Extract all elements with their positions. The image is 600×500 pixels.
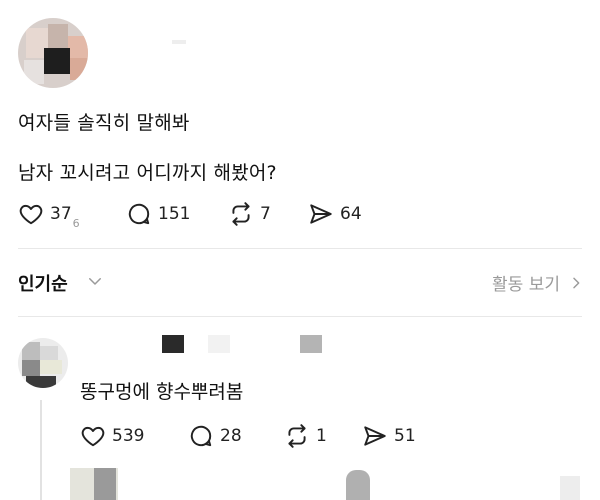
repost-icon bbox=[288, 424, 306, 448]
speech-bubble-icon bbox=[128, 203, 150, 225]
repost-count: 7 bbox=[260, 204, 271, 224]
author-name-redacted bbox=[172, 40, 186, 44]
view-activity-link[interactable]: 활동 보기 bbox=[492, 270, 584, 295]
post-text-line-2: 남자 꼬시려고 어디까지 해봤어? bbox=[18, 162, 277, 184]
reply-button[interactable]: 151 bbox=[126, 200, 190, 228]
like-button[interactable]: 539 bbox=[80, 422, 144, 450]
reply-count: 28 bbox=[220, 426, 242, 446]
next-reply-meta-redacted bbox=[560, 476, 580, 500]
chevron-right-icon bbox=[573, 277, 580, 288]
post-text-line-1: 여자들 솔직히 말해봐 bbox=[18, 112, 190, 134]
post: 여자들 솔직히 말해봐 남자 꼬시려고 어디까지 해봤어? 37 6 151 7 bbox=[0, 0, 600, 250]
like-button[interactable]: 37 6 bbox=[18, 200, 80, 230]
chevron-down-icon[interactable] bbox=[86, 272, 104, 290]
next-reply-partial bbox=[0, 466, 600, 500]
divider bbox=[18, 316, 582, 317]
repost-button[interactable]: 7 bbox=[228, 200, 271, 228]
repost-count: 1 bbox=[316, 426, 327, 446]
like-count: 539 bbox=[112, 426, 145, 446]
reply-button[interactable]: 28 bbox=[188, 422, 242, 450]
view-activity-label: 활동 보기 bbox=[492, 275, 560, 295]
author-avatar[interactable] bbox=[18, 18, 88, 88]
share-button[interactable]: 51 bbox=[362, 422, 416, 450]
reply-meta-redacted bbox=[208, 335, 230, 353]
share-button[interactable]: 64 bbox=[308, 200, 362, 228]
repost-button[interactable]: 1 bbox=[284, 422, 327, 450]
divider bbox=[18, 248, 582, 249]
next-reply-meta-redacted bbox=[346, 470, 370, 500]
heart-icon bbox=[19, 204, 43, 225]
sort-row: 인기순 활동 보기 bbox=[0, 262, 600, 302]
like-count: 37 bbox=[50, 204, 72, 224]
sort-dropdown-label[interactable]: 인기순 bbox=[18, 270, 68, 296]
next-reply-avatar-redacted bbox=[94, 468, 116, 500]
reply-text: 똥구멍에 향수뿌려봄 bbox=[80, 381, 244, 403]
reply-name-redacted bbox=[162, 335, 184, 353]
reply-meta-redacted bbox=[300, 335, 322, 353]
paper-plane-icon bbox=[364, 426, 386, 446]
heart-icon bbox=[81, 426, 105, 447]
share-count: 51 bbox=[394, 426, 416, 446]
like-count-sub: 6 bbox=[72, 216, 80, 230]
share-count: 64 bbox=[340, 204, 362, 224]
reply-author-avatar[interactable] bbox=[18, 338, 68, 388]
paper-plane-icon bbox=[310, 204, 332, 224]
reply-count: 151 bbox=[158, 204, 191, 224]
speech-bubble-icon bbox=[190, 425, 212, 447]
repost-icon bbox=[232, 202, 250, 226]
